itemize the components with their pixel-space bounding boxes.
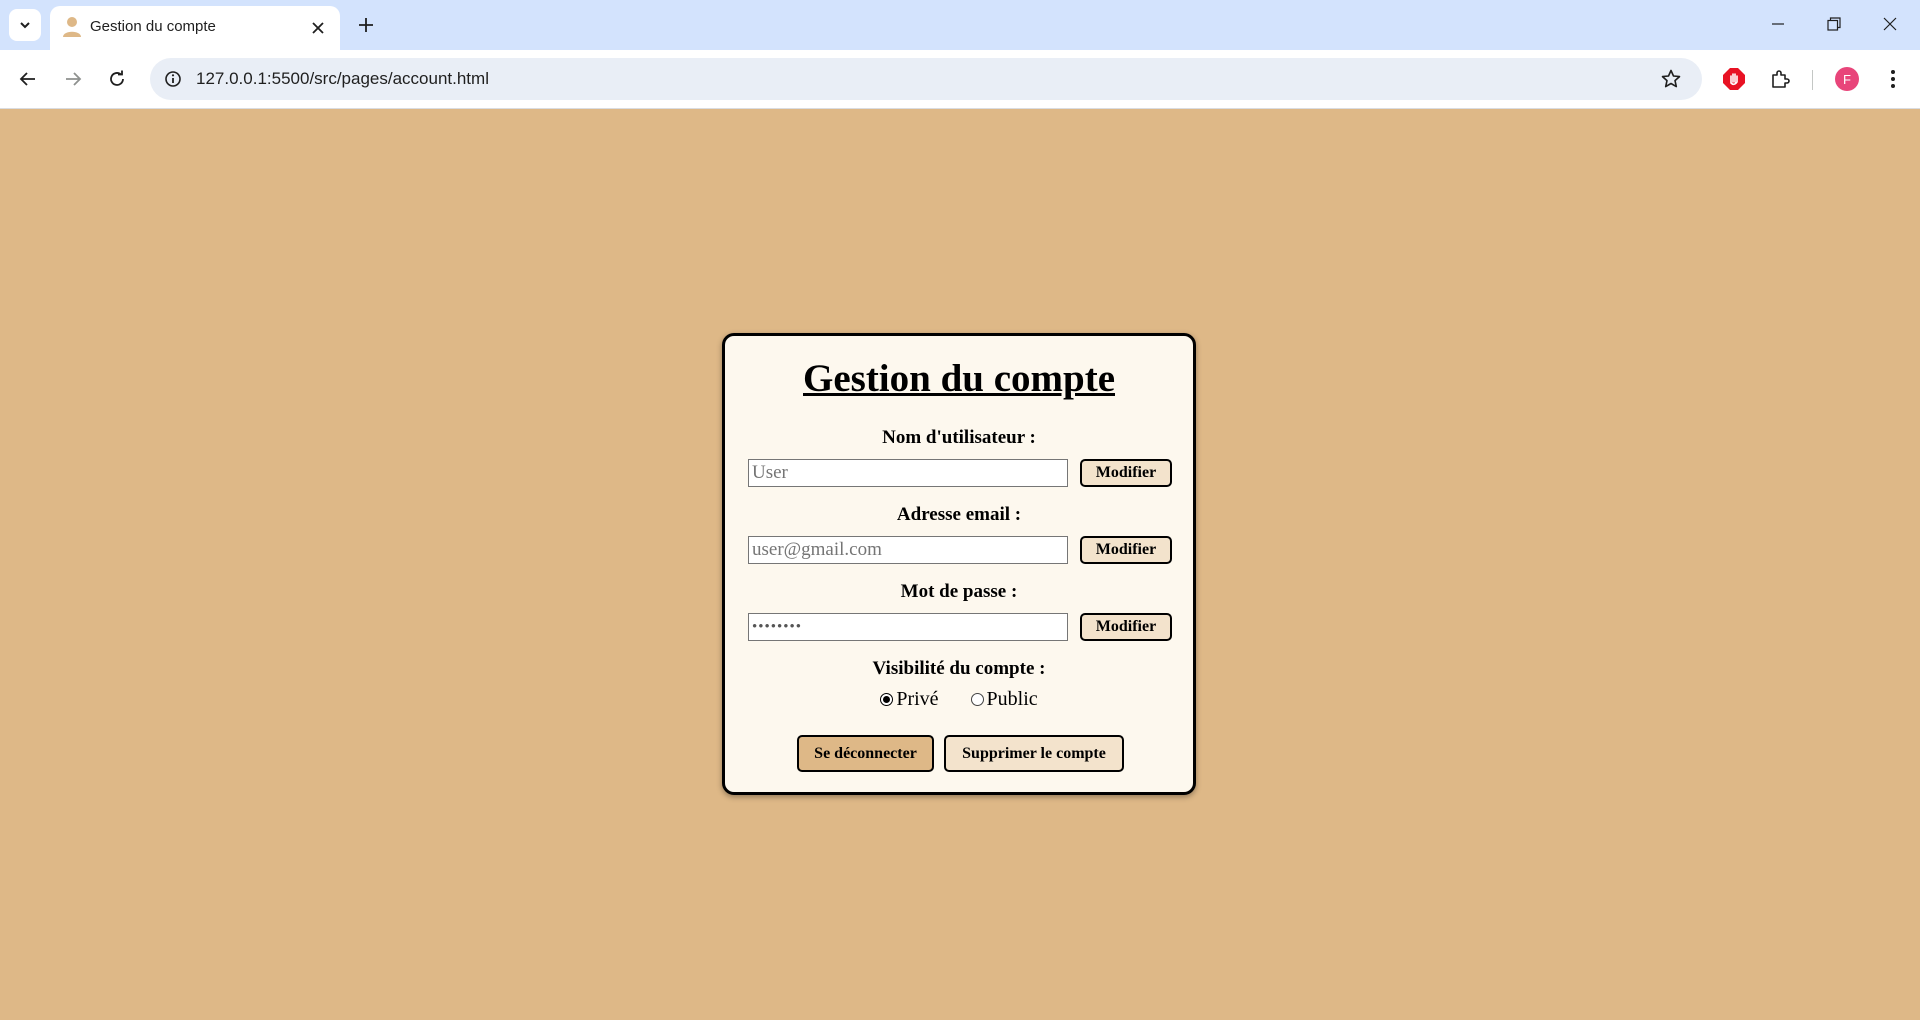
site-info-button[interactable] [160, 66, 186, 92]
modify-email-button[interactable]: Modifier [1080, 536, 1172, 564]
reload-button[interactable] [101, 63, 133, 95]
modify-password-button[interactable]: Modifier [1080, 613, 1172, 641]
bookmark-button[interactable] [1658, 66, 1684, 92]
profile-button[interactable]: F [1831, 63, 1863, 95]
close-icon [1883, 17, 1897, 31]
chevron-down-icon [20, 22, 30, 29]
minimize-button[interactable] [1758, 8, 1798, 40]
email-label: Adresse email : [896, 504, 1022, 525]
info-icon [165, 71, 181, 87]
visibility-label: Visibilité du compte : [872, 658, 1046, 679]
delete-account-button[interactable]: Supprimer le compte [944, 735, 1124, 772]
modify-username-button[interactable]: Modifier [1080, 459, 1172, 487]
radio-public[interactable]: Public [970, 688, 1038, 711]
tab-title: Gestion du compte [90, 18, 216, 35]
restore-button[interactable] [1814, 8, 1854, 40]
radio-private[interactable]: Privé [880, 688, 939, 711]
radio-private-label: Privé [896, 688, 939, 710]
browser-tab-active[interactable]: Gestion du compte [50, 6, 340, 50]
radio-public-label: Public [986, 688, 1038, 710]
arrow-right-icon [66, 72, 82, 86]
minimize-icon [1772, 23, 1784, 25]
browser-menu-button[interactable] [1877, 63, 1909, 95]
username-label: Nom d'utilisateur : [882, 427, 1036, 448]
star-icon [1661, 69, 1681, 88]
password-label: Mot de passe : [900, 581, 1018, 602]
puzzle-icon [1772, 70, 1790, 88]
close-icon [312, 22, 324, 34]
email-input[interactable] [748, 536, 1068, 564]
adblock-extension-button[interactable] [1718, 63, 1750, 95]
arrow-left-icon [19, 72, 35, 86]
page-title: Gestion du compte [803, 357, 1115, 400]
avatar: F [1835, 67, 1859, 91]
account-card: Gestion du compte Nom d'utilisateur : Mo… [722, 333, 1196, 795]
url-text[interactable]: 127.0.0.1:5500/src/pages/account.html [196, 69, 489, 89]
toolbar-divider [1812, 70, 1813, 90]
password-input[interactable] [748, 613, 1068, 641]
username-input[interactable] [748, 459, 1068, 487]
browser-toolbar: 127.0.0.1:5500/src/pages/account.html F [0, 50, 1920, 109]
visibility-radio-group: Privé Public [725, 688, 1193, 711]
plus-icon [359, 18, 373, 32]
kebab-icon [1891, 70, 1895, 88]
logout-button[interactable]: Se déconnecter [797, 735, 934, 772]
radio-public-circle[interactable] [970, 693, 984, 706]
close-window-button[interactable] [1870, 8, 1910, 40]
extensions-button[interactable] [1765, 63, 1797, 95]
tab-search-button[interactable] [9, 9, 41, 41]
user-silhouette-icon [63, 17, 81, 37]
back-button[interactable] [12, 63, 44, 95]
reload-icon [110, 70, 124, 86]
browser-tab-bar: Gestion du compte [0, 0, 1920, 50]
radio-private-circle[interactable] [880, 693, 894, 706]
restore-icon [1827, 17, 1841, 31]
new-tab-button[interactable] [352, 11, 380, 39]
stop-hand-icon [1723, 68, 1745, 90]
tab-close-button[interactable] [306, 16, 330, 40]
forward-button[interactable] [57, 63, 89, 95]
address-bar[interactable]: 127.0.0.1:5500/src/pages/account.html [150, 58, 1702, 100]
